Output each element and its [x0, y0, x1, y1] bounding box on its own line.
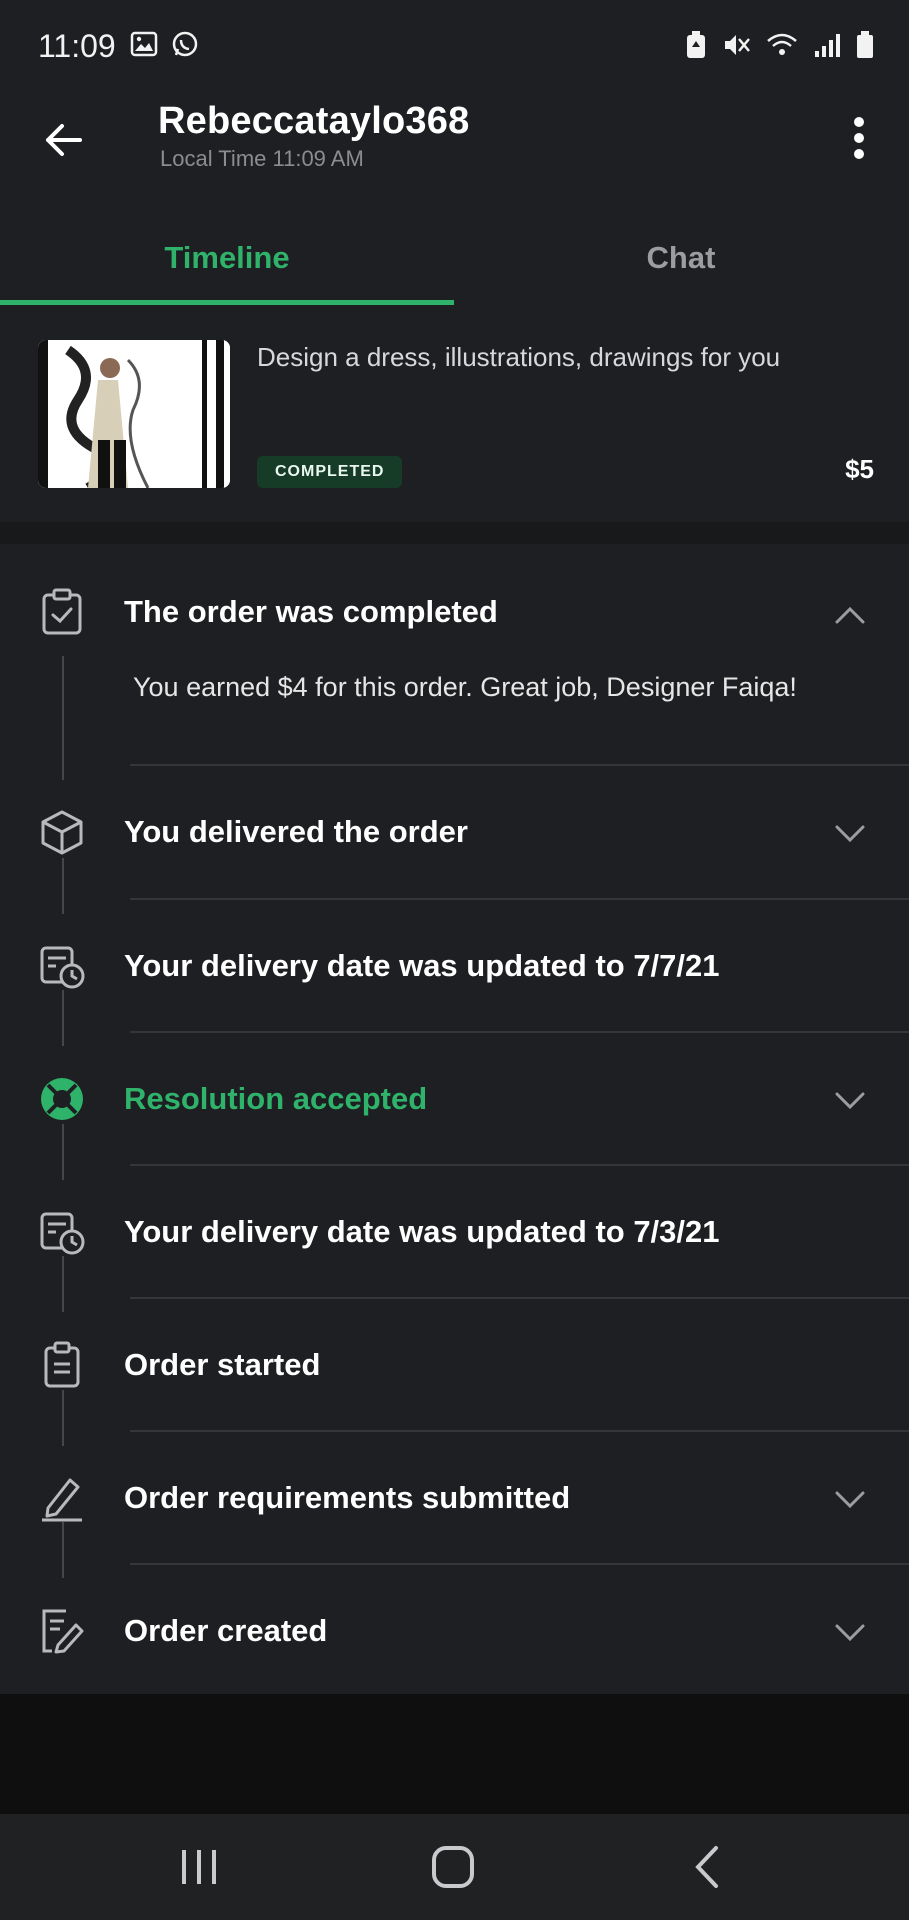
- timeline-item-title: Resolution accepted: [124, 1081, 428, 1116]
- timeline-item-requirements-submitted[interactable]: Order requirements submitted: [0, 1432, 909, 1565]
- recents-icon[interactable]: [176, 1844, 222, 1890]
- tab-timeline[interactable]: Timeline: [0, 210, 454, 306]
- status-time: 11:09: [38, 28, 116, 64]
- status-badge: COMPLETED: [257, 456, 403, 488]
- calendar-clock-icon: [40, 946, 85, 989]
- clipboard-check-icon: [42, 588, 82, 635]
- timeline-item-title: Your delivery date was updated to 7/7/21: [124, 948, 720, 983]
- gig-thumbnail: [38, 340, 230, 488]
- battery-icon: [857, 31, 873, 58]
- box-icon: [41, 810, 83, 855]
- signal-icon: [815, 34, 840, 57]
- conversation-header: Rebeccataylo368 Local Time 11:09 AM: [0, 92, 909, 202]
- tab-chat[interactable]: Chat: [454, 210, 908, 306]
- whatsapp-icon: [172, 31, 198, 57]
- timeline-item-order-created[interactable]: Order created: [0, 1565, 909, 1694]
- chevron-down-icon[interactable]: [833, 816, 867, 850]
- chevron-down-icon[interactable]: [833, 1083, 867, 1117]
- tab-bar: Timeline Chat: [0, 210, 909, 306]
- username: Rebeccataylo368: [158, 100, 470, 142]
- arrow-left-icon[interactable]: [40, 116, 88, 164]
- home-icon[interactable]: [430, 1844, 476, 1890]
- timeline-item-title: Order created: [124, 1613, 328, 1648]
- edit-document-icon: [42, 1609, 84, 1654]
- order-timeline: The order was completed You earned $4 fo…: [0, 544, 909, 1694]
- timeline-item-title: You delivered the order: [124, 814, 468, 849]
- chevron-up-icon[interactable]: [833, 598, 867, 632]
- pencil-icon: [42, 1478, 82, 1522]
- timeline-item-order-completed[interactable]: The order was completed You earned $4 fo…: [0, 544, 909, 780]
- system-nav-bar: [0, 1814, 909, 1920]
- empty-area: [0, 1694, 909, 1814]
- calendar-clock-icon: [40, 1212, 85, 1255]
- chevron-down-icon[interactable]: [833, 1615, 867, 1649]
- gig-title: Design a dress, illustrations, drawings …: [257, 342, 781, 372]
- timeline-item-title: Order requirements submitted: [124, 1480, 571, 1515]
- timeline-item-resolution-accepted[interactable]: Resolution accepted: [0, 1033, 909, 1166]
- timeline-item-delivery-date-updated: Your delivery date was updated to 7/7/21: [0, 900, 909, 1033]
- section-divider: [0, 522, 909, 544]
- more-vertical-icon[interactable]: [851, 114, 867, 162]
- timeline-item-delivered[interactable]: You delivered the order: [0, 766, 909, 900]
- status-bar: 11:09: [0, 0, 909, 92]
- active-tab-indicator: [0, 300, 454, 305]
- timeline-item-body: You earned $4 for this order. Great job,…: [133, 672, 797, 702]
- local-time: Local Time 11:09 AM: [160, 146, 364, 171]
- timeline-item-title: Your delivery date was updated to 7/3/21: [124, 1214, 720, 1249]
- gig-summary-card[interactable]: Design a dress, illustrations, drawings …: [0, 306, 909, 524]
- battery-saver-icon: [687, 31, 705, 58]
- mute-icon: [725, 35, 750, 55]
- timeline-item-title: The order was completed: [124, 594, 498, 629]
- gig-price: $5: [845, 454, 874, 484]
- back-icon[interactable]: [686, 1844, 732, 1890]
- wifi-icon: [767, 33, 797, 55]
- timeline-item-title: Order started: [124, 1347, 321, 1382]
- chevron-down-icon[interactable]: [833, 1482, 867, 1516]
- timeline-item-delivery-date-updated: Your delivery date was updated to 7/3/21: [0, 1166, 909, 1299]
- timeline-item-order-started: Order started: [0, 1299, 909, 1432]
- clipboard-icon: [44, 1341, 80, 1388]
- image-icon: [130, 31, 158, 57]
- lifebuoy-icon: [41, 1078, 83, 1120]
